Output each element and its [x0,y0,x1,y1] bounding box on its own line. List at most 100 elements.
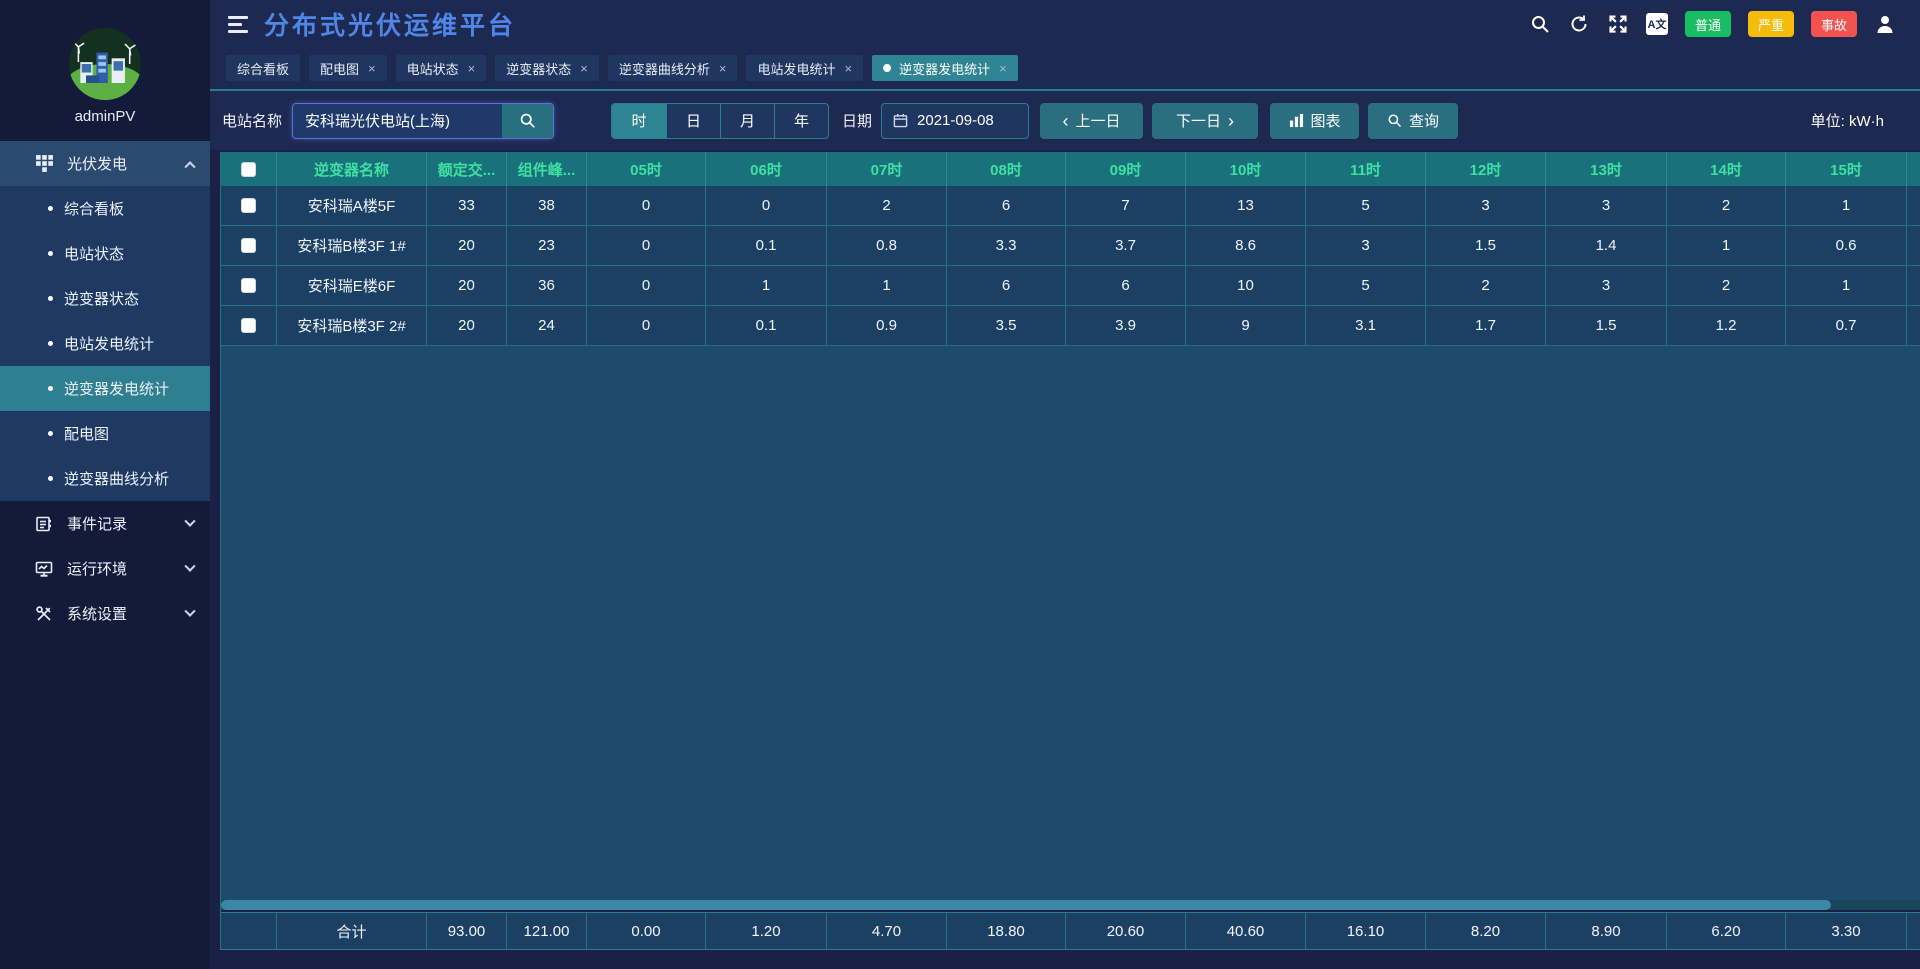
sidebar-item-inverter-status[interactable]: 逆变器状态 [0,276,210,321]
sidebar-group-event-log[interactable]: 事件记录 [0,501,210,546]
chevron-right-icon: › [1228,112,1234,130]
user-icon[interactable] [1874,13,1896,35]
fullscreen-icon[interactable] [1607,13,1629,35]
alarm-badge-severe[interactable]: 严重 [1748,11,1794,37]
bar-chart-icon [1289,113,1304,128]
table-row[interactable]: 安科瑞B楼3F 1#202300.10.83.33.78.631.51.410.… [221,226,1920,266]
tab-label: 电站状态 [407,59,459,78]
alarm-badge-normal[interactable]: 普通 [1685,11,1731,37]
tab-close-icon[interactable]: × [580,62,588,75]
tab-station-generation-stats[interactable]: 电站发电统计 × [746,55,863,81]
value-cell: 5 [1306,266,1426,305]
bullet-icon [48,341,53,346]
sidebar-menu: 光伏发电综合看板电站状态逆变器状态电站发电统计逆变器发电统计配电图逆变器曲线分析… [0,141,210,636]
value-cell: 10 [1186,266,1306,305]
table-body: 安科瑞A楼5F3338002671353321安科瑞B楼3F 1#202300.… [221,186,1920,346]
period-year-button[interactable]: 年 [774,104,828,138]
tab-label: 配电图 [320,59,359,78]
tab-inverter-status[interactable]: 逆变器状态 × [495,55,599,81]
value-cell: 1.4 [1546,226,1667,265]
refresh-icon[interactable] [1568,13,1590,35]
period-hour-button[interactable]: 时 [612,104,666,138]
alarm-badge-accident[interactable]: 事故 [1811,11,1857,37]
row-select-cell [221,266,277,305]
translate-icon[interactable]: A文 [1646,13,1668,35]
sidebar-item-label: 逆变器发电统计 [64,378,169,399]
column-header: 06时 [706,152,827,186]
date-picker[interactable]: 2021-09-08 [881,103,1029,139]
row-checkbox[interactable] [241,318,256,333]
station-search-button[interactable] [502,104,553,138]
tab-bar: 综合看板配电图×电站状态×逆变器状态×逆变器曲线分析×电站发电统计×逆变器发电统… [210,48,1920,91]
sidebar-item-station-generation-stats[interactable]: 电站发电统计 [0,321,210,366]
value-cell: 7 [1066,186,1186,225]
horizontal-scrollbar-thumb[interactable] [221,900,1831,910]
tab-label: 逆变器状态 [506,59,571,78]
sidebar-item-distribution-diagram[interactable]: 配电图 [0,411,210,456]
row-filler-cell [1907,226,1920,265]
station-name-input[interactable] [293,104,502,138]
tab-distribution-diagram[interactable]: 配电图 × [309,55,387,81]
sidebar-group-system-settings[interactable]: 系统设置 [0,591,210,636]
query-button[interactable]: 查询 [1368,103,1458,139]
row-checkbox[interactable] [241,278,256,293]
value-cell: 3 [1546,266,1667,305]
period-month-button[interactable]: 月 [720,104,774,138]
column-header: 13时 [1546,152,1667,186]
app-root: adminPV 光伏发电综合看板电站状态逆变器状态电站发电统计逆变器发电统计配电… [0,0,1920,969]
table-row[interactable]: 安科瑞E楼6F2036011661052321 [221,266,1920,306]
value-cell: 0.8 [827,226,947,265]
tab-close-icon[interactable]: × [844,62,852,75]
value-cell: 6 [947,266,1066,305]
column-header: 10时 [1186,152,1306,186]
value-cell: 1.2 [1667,306,1786,345]
sidebar-item-dashboard[interactable]: 综合看板 [0,186,210,231]
value-cell: 0 [587,306,706,345]
next-day-button[interactable]: 下一日 › [1152,103,1258,139]
row-select-cell [221,226,277,265]
sidebar-item-inverter-generation-stats[interactable]: 逆变器发电统计 [0,366,210,411]
sidebar-collapse-icon[interactable] [228,16,248,33]
sidebar-username: adminPV [0,108,210,125]
tab-label: 综合看板 [237,59,289,78]
tab-inverter-generation-stats[interactable]: 逆变器发电统计× [872,55,1018,81]
tab-close-icon[interactable]: × [719,62,727,75]
value-cell: 3.9 [1066,306,1186,345]
row-checkbox[interactable] [241,238,256,253]
chevron-down-icon [184,605,195,616]
value-cell: 3 [1306,226,1426,265]
chart-button[interactable]: 图表 [1270,103,1359,139]
total-value-cell: 40.60 [1186,913,1306,949]
sidebar-item-inverter-curve-analysis[interactable]: 逆变器曲线分析 [0,456,210,501]
sidebar-item-station-status[interactable]: 电站状态 [0,231,210,276]
topbar-actions: A文 普通 严重 事故 [1529,11,1896,37]
table-row[interactable]: 安科瑞B楼3F 2#202400.10.93.53.993.11.71.51.2… [221,306,1920,346]
sidebar-group-pv-generation[interactable]: 光伏发电 [0,141,210,186]
sidebar-group-runtime-environment[interactable]: 运行环境 [0,546,210,591]
tab-label: 逆变器曲线分析 [619,59,710,78]
top-bar: 分布式光伏运维平台 A文 普通 严重 事故 [210,0,1920,48]
tab-close-icon[interactable]: × [368,62,376,75]
horizontal-scrollbar[interactable] [221,900,1920,910]
value-cell: 1.7 [1426,306,1546,345]
period-day-button[interactable]: 日 [666,104,720,138]
tab-dashboard[interactable]: 综合看板 [226,55,300,81]
value-cell: 1 [827,266,947,305]
table-row[interactable]: 安科瑞A楼5F3338002671353321 [221,186,1920,226]
tab-inverter-curve-analysis[interactable]: 逆变器曲线分析 × [608,55,738,81]
value-cell: 38 [507,186,587,225]
tab-label: 电站发电统计 [757,59,835,78]
total-value-cell: 6.20 [1667,913,1786,949]
row-checkbox[interactable] [241,198,256,213]
chevron-up-icon [184,161,195,172]
value-cell: 0 [587,186,706,225]
search-icon[interactable] [1529,13,1551,35]
prev-day-button[interactable]: ‹ 上一日 [1040,103,1143,139]
tab-station-status[interactable]: 电站状态 × [396,55,487,81]
select-all-checkbox[interactable] [241,162,256,177]
total-value-cell: 0.00 [587,913,706,949]
value-cell: 0.9 [827,306,947,345]
tab-close-icon[interactable]: × [468,62,476,75]
tab-close-icon[interactable]: × [999,62,1007,75]
sidebar-item-label: 配电图 [64,423,109,444]
